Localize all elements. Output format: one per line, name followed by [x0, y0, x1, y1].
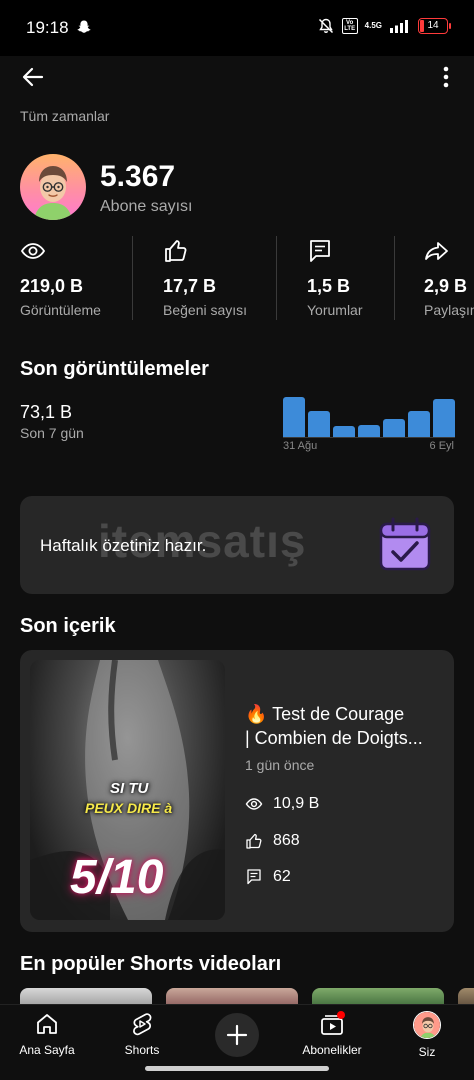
calendar-check-icon — [379, 517, 431, 571]
status-time: 19:18 — [26, 18, 69, 37]
chart-bar — [308, 411, 330, 437]
top-bar — [0, 56, 474, 96]
thumbs-up-icon — [246, 833, 262, 849]
subscriptions-icon — [321, 1011, 345, 1035]
recent-views-title: Son görüntülemeler — [20, 358, 209, 380]
thumbs-up-icon — [165, 240, 187, 262]
stat-likes-label: Beğeni sayısı — [163, 302, 248, 318]
time-range-label[interactable]: Tüm zamanlar — [20, 108, 109, 124]
weekly-summary-text: Haftalık özetiniz hazır. — [40, 536, 207, 555]
nav-you[interactable]: Siz — [382, 1011, 472, 1059]
video-likes: 868 — [273, 832, 300, 849]
stat-divider — [132, 236, 133, 320]
latest-content-title: Son içerik — [20, 615, 116, 637]
chart-bar — [433, 399, 455, 437]
shorts-icon — [133, 1013, 152, 1036]
subscriber-count: 5.367 — [100, 160, 176, 193]
recent-views-label: Son 7 gün — [20, 425, 84, 441]
recent-views-chart[interactable] — [283, 380, 455, 438]
chart-bar — [333, 426, 355, 437]
comment-icon — [310, 240, 330, 262]
channel-avatar — [20, 154, 86, 220]
home-icon — [37, 1014, 57, 1034]
battery-level: 14 — [427, 20, 439, 31]
volte-label: Vo LTE — [341, 18, 358, 34]
nav-shorts-label: Shorts — [124, 1043, 160, 1057]
nav-subscriptions[interactable]: Abonelikler — [287, 1011, 377, 1057]
comment-icon — [247, 869, 261, 885]
latest-content-card[interactable]: SI TU PEUX DIRE à 5/10 🔥 Test de Courage… — [20, 650, 454, 932]
subscriber-label: Abone sayısı — [100, 198, 193, 215]
nav-subscriptions-label: Abonelikler — [302, 1043, 362, 1057]
stat-views-label: Görüntüleme — [20, 302, 101, 318]
stat-comments-label: Yorumlar — [307, 302, 363, 318]
more-options-icon[interactable] — [436, 62, 456, 92]
stat-shares[interactable]: 2,9 B Paylaşım — [424, 234, 474, 322]
network-label: 4.5G — [364, 21, 382, 30]
video-title-line1: 🔥 Test de Courage — [245, 704, 405, 724]
weekly-summary-card[interactable]: itemsatış Haftalık özetiniz hazır. — [20, 496, 454, 594]
chart-end-label: 6 Eyl — [429, 440, 454, 452]
eye-icon — [245, 798, 263, 810]
stat-shares-value: 2,9 B — [424, 276, 468, 296]
video-published-time: 1 gün önce — [245, 757, 315, 773]
thumbnail-text-line1: SI TU — [110, 780, 149, 797]
stat-comments-value: 1,5 B — [307, 276, 351, 296]
chart-bar — [383, 419, 405, 437]
chart-bar — [408, 411, 430, 437]
you-avatar — [413, 1011, 441, 1039]
eye-icon — [20, 243, 46, 259]
share-icon — [425, 242, 448, 260]
gesture-bar — [145, 1066, 329, 1071]
muted-bell-icon — [318, 18, 333, 34]
stats-row: 219,0 B Görüntüleme 17,7 B Beğeni sayısı… — [0, 234, 474, 322]
video-comments-row: 62 — [245, 866, 291, 888]
status-icons: Vo LTE 4.5G 14 — [317, 17, 451, 35]
plus-icon — [226, 1024, 248, 1046]
battery-icon: 14 — [418, 18, 451, 34]
stat-likes-value: 17,7 B — [163, 276, 217, 296]
stat-divider — [394, 236, 395, 320]
signal-icon — [390, 20, 408, 33]
recent-views-value: 73,1 B — [20, 402, 73, 422]
video-likes-row: 868 — [245, 830, 300, 852]
chart-bar — [283, 397, 305, 437]
video-comments: 62 — [273, 868, 291, 885]
video-title-line2: | Combien de Doigts... — [245, 728, 423, 748]
stat-shares-label: Paylaşım — [424, 302, 474, 318]
chart-start-label: 31 Ağu — [283, 440, 318, 452]
video-thumbnail[interactable]: SI TU PEUX DIRE à 5/10 — [30, 660, 225, 920]
video-title[interactable]: 🔥 Test de Courage | Combien de Doigts... — [245, 702, 445, 750]
thumbnail-text-line2: PEUX DIRE à — [85, 800, 173, 816]
snapchat-icon — [77, 20, 91, 33]
nav-home[interactable]: Ana Sayfa — [2, 1011, 92, 1057]
video-views-row: 10,9 B — [245, 793, 319, 815]
status-bar: 19:18 Vo LTE 4.5G 14 — [0, 0, 474, 56]
stat-divider — [276, 236, 277, 320]
nav-home-label: Ana Sayfa — [19, 1043, 75, 1057]
chart-bar — [358, 425, 380, 437]
back-arrow-icon[interactable] — [18, 62, 48, 92]
nav-shorts[interactable]: Shorts — [97, 1011, 187, 1057]
stat-views-value: 219,0 B — [20, 276, 84, 296]
create-button[interactable] — [215, 1013, 259, 1057]
popular-shorts-title: En popüler Shorts videoları — [20, 953, 282, 975]
nav-you-label: Siz — [418, 1045, 436, 1059]
thumbnail-score: 5/10 — [70, 851, 164, 904]
video-views: 10,9 B — [273, 795, 320, 812]
